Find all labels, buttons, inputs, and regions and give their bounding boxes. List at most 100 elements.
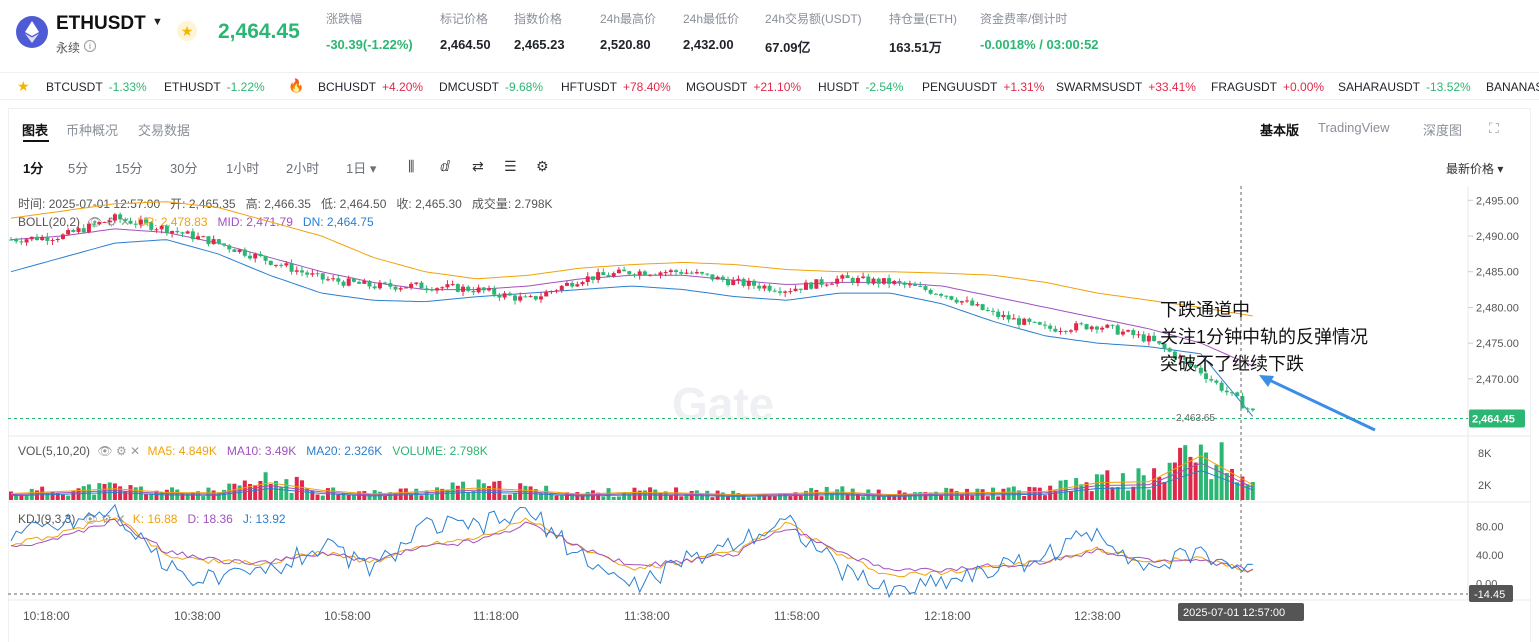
candle-body bbox=[700, 272, 705, 274]
candle-body bbox=[902, 282, 907, 285]
volume-bar bbox=[965, 488, 970, 500]
candle-body bbox=[918, 285, 923, 287]
candle-body bbox=[653, 274, 658, 276]
price-axis-label: 2,495.00 bbox=[1476, 195, 1519, 207]
candle-body bbox=[190, 231, 195, 240]
candle-body bbox=[668, 270, 673, 273]
volume-bar bbox=[1183, 445, 1188, 500]
candle-body bbox=[429, 289, 434, 291]
volume-bar bbox=[1178, 447, 1183, 500]
volume-bar bbox=[60, 494, 65, 500]
volume-bar bbox=[1126, 490, 1131, 500]
candle-body bbox=[731, 280, 736, 286]
candle-body bbox=[533, 296, 538, 300]
candle-body bbox=[305, 272, 310, 275]
candle-body bbox=[965, 300, 970, 302]
candle-body bbox=[580, 282, 585, 285]
volume-bar bbox=[320, 495, 325, 500]
candle-body bbox=[24, 239, 29, 243]
candle-body bbox=[71, 229, 76, 232]
candle-body bbox=[1094, 326, 1099, 330]
candle-body bbox=[518, 296, 523, 301]
candle-body bbox=[575, 284, 580, 287]
candle-body bbox=[310, 273, 315, 275]
candle-body bbox=[175, 230, 180, 233]
volume-bar bbox=[788, 496, 793, 500]
candle-body bbox=[1245, 408, 1250, 410]
candle-body bbox=[76, 228, 81, 232]
candle-body bbox=[970, 300, 975, 306]
kdj-line-k bbox=[10, 517, 1253, 578]
candle-body bbox=[248, 255, 253, 259]
candle-body bbox=[1074, 323, 1079, 331]
volume-bar bbox=[403, 488, 408, 500]
candle-body bbox=[705, 273, 710, 275]
volume-bar bbox=[601, 496, 606, 500]
candle-body bbox=[1032, 321, 1037, 323]
candle-body bbox=[34, 236, 39, 241]
volume-bar bbox=[1068, 491, 1073, 500]
candle-body bbox=[954, 299, 959, 303]
time-axis-label: 12:38:00 bbox=[1074, 609, 1121, 623]
candle-body bbox=[66, 229, 71, 235]
candle-body bbox=[45, 236, 50, 241]
candle-body bbox=[585, 276, 590, 283]
candle-body bbox=[403, 287, 408, 289]
candle-body bbox=[1131, 330, 1136, 336]
candle-body bbox=[481, 287, 486, 291]
candle-body bbox=[798, 288, 803, 290]
annotation-line-2: 关注1分钟中轨的反弹情况 bbox=[1160, 327, 1369, 347]
candle-body bbox=[1037, 322, 1042, 325]
candle-body bbox=[299, 270, 304, 273]
watermark-logo: Gate bbox=[672, 378, 774, 430]
candle-body bbox=[855, 277, 860, 283]
candle-body bbox=[1230, 392, 1235, 394]
candle-body bbox=[663, 272, 668, 274]
candle-body bbox=[829, 283, 834, 285]
candle-body bbox=[1048, 325, 1053, 329]
volume-bar bbox=[1162, 481, 1167, 500]
candle-body bbox=[216, 239, 221, 244]
current-price-tag: 2,464.45 bbox=[1472, 414, 1515, 426]
candle-body bbox=[757, 285, 762, 289]
volume-bar bbox=[1115, 486, 1120, 500]
candle-body bbox=[975, 304, 980, 306]
candle-body bbox=[455, 284, 460, 292]
candle-body bbox=[55, 239, 60, 241]
candle-body bbox=[492, 288, 497, 295]
candle-body bbox=[170, 230, 175, 234]
candle-body bbox=[133, 223, 138, 225]
candle-body bbox=[471, 290, 476, 293]
volume-bar bbox=[289, 492, 294, 500]
time-axis-label: 10:58:00 bbox=[324, 609, 371, 623]
candle-body bbox=[14, 239, 19, 242]
candle-body bbox=[1042, 324, 1047, 326]
candle-body bbox=[273, 264, 278, 266]
volume-bar bbox=[201, 496, 206, 500]
candle-body bbox=[564, 282, 569, 286]
candle-body bbox=[138, 219, 143, 225]
candle-body bbox=[19, 241, 24, 243]
candle-body bbox=[1110, 324, 1115, 326]
candle-body bbox=[263, 255, 268, 261]
candle-body bbox=[50, 239, 55, 241]
candle-body bbox=[367, 280, 372, 287]
candle-body bbox=[149, 222, 154, 230]
candle-body bbox=[1089, 326, 1094, 330]
candle-body bbox=[232, 249, 237, 252]
candle-body bbox=[1136, 334, 1141, 336]
candle-body bbox=[1063, 330, 1068, 332]
candle-body bbox=[60, 234, 65, 240]
candle-body bbox=[720, 276, 725, 280]
candle-body bbox=[741, 278, 746, 286]
candle-body bbox=[253, 253, 258, 259]
candle-body bbox=[746, 280, 751, 286]
candle-body bbox=[1084, 324, 1089, 330]
volume-bar bbox=[112, 483, 117, 500]
candle-body bbox=[772, 290, 777, 292]
candle-body bbox=[845, 275, 850, 279]
kline-chart[interactable]: Gate 2,495.00 2,490.00 2,485.00 2,480.00 2,47… bbox=[0, 0, 1539, 642]
candle-body bbox=[258, 253, 263, 256]
volume-bar bbox=[66, 495, 71, 500]
candle-body bbox=[944, 295, 949, 297]
